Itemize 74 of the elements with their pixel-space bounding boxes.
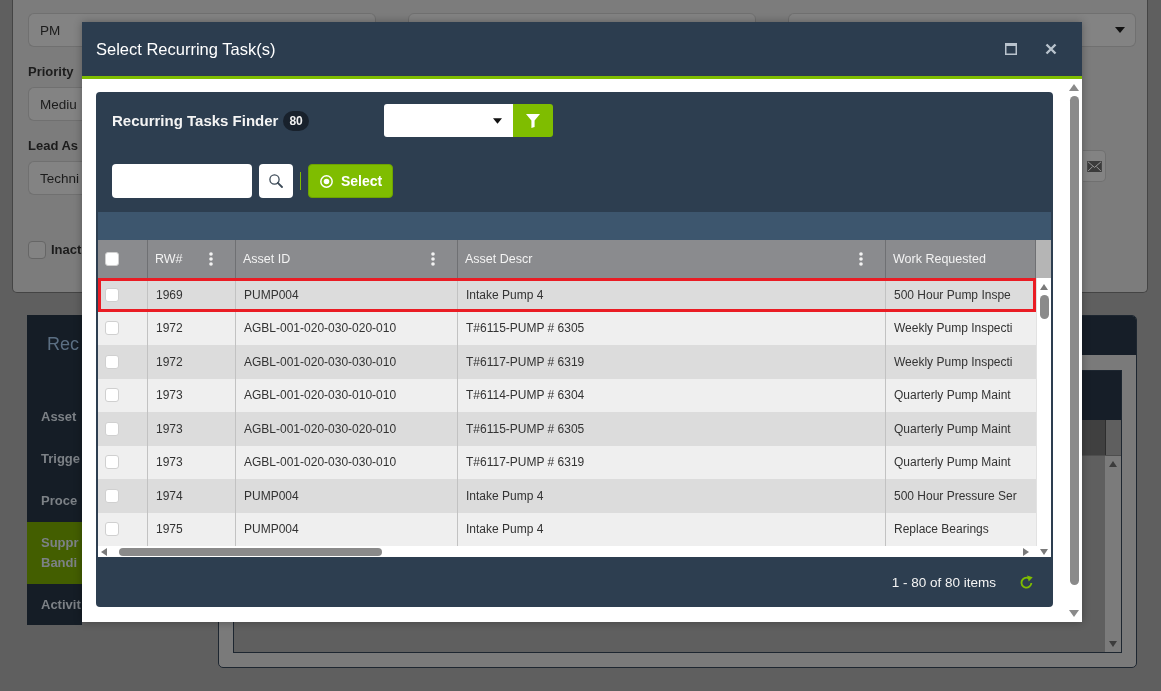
- menu-item[interactable]: Activit: [27, 584, 82, 626]
- table-cell: 1974: [148, 479, 236, 513]
- table-cell-text: Quarterly Pump Maint: [893, 454, 1012, 472]
- scroll-down-icon[interactable]: [1069, 610, 1079, 617]
- scrollbar-thumb[interactable]: [119, 547, 382, 556]
- menu-item[interactable]: Asset: [27, 396, 82, 438]
- column-menu-icon[interactable]: [859, 252, 863, 266]
- field-label: Lead As: [28, 137, 79, 155]
- checkbox[interactable]: [28, 241, 46, 259]
- table-row[interactable]: 1974 PUMP004 Intake Pump 4 500 Hour Pressure Ser: [98, 479, 1036, 513]
- table-row[interactable]: 1972 AGBL-001-020-030-020-010 T#6115-PUMP # 6305 Weekly Pump Inspecti: [98, 311, 1036, 345]
- caret-icon: [493, 117, 502, 124]
- scroll-down-icon[interactable]: [1039, 548, 1048, 555]
- scrollbar-corner: [1036, 240, 1051, 278]
- finder-title: Recurring Tasks Finder: [112, 112, 279, 129]
- select-field[interactable]: Mediu: [28, 87, 82, 121]
- scrollbar-thumb[interactable]: [1069, 96, 1079, 585]
- column-heading[interactable]: Work Requested: [893, 252, 986, 266]
- table-cell-text: Weekly Pump Inspecti: [893, 320, 1014, 338]
- table-cell-text: Quarterly Pump Maint: [893, 420, 1012, 438]
- pager-info: 1 - 80 of 80 items: [891, 574, 996, 590]
- table-cell: AGBL-001-020-030-030-010: [236, 345, 458, 379]
- table-cell: Intake Pump 4: [458, 278, 886, 312]
- scroll-down-icon[interactable]: [1109, 641, 1117, 647]
- column-menu-icon[interactable]: [209, 252, 213, 266]
- scroll-up-icon[interactable]: [1069, 84, 1079, 91]
- count-badge: 80: [283, 110, 309, 131]
- table-cell: 1973: [148, 412, 236, 446]
- select-field[interactable]: [384, 104, 513, 137]
- funnel-icon: [526, 113, 540, 128]
- column-header-bar: [1082, 420, 1105, 455]
- column-heading[interactable]: Asset Descr: [465, 252, 533, 266]
- table-cell: PUMP004: [236, 278, 458, 312]
- refresh-icon[interactable]: [1019, 574, 1034, 590]
- scroll-left-icon[interactable]: [101, 547, 107, 556]
- select-button[interactable]: Select: [308, 164, 393, 198]
- menu-item[interactable]: Trigge: [27, 438, 82, 480]
- input-field[interactable]: Techni: [28, 161, 82, 195]
- filter-button[interactable]: [513, 104, 553, 137]
- column-heading[interactable]: Asset ID: [243, 252, 291, 266]
- table-cell-text: 500 Hour Pump Inspe: [893, 286, 1012, 304]
- scrollbar-thumb[interactable]: [1039, 295, 1049, 319]
- scroll-up-icon[interactable]: [1109, 461, 1117, 467]
- table-cell-text: 500 Hour Pressure Ser: [893, 487, 1018, 505]
- table-row[interactable]: 1969 PUMP004 Intake Pump 4 500 Hour Pump Inspe: [98, 278, 1036, 312]
- column-heading[interactable]: RW#: [155, 252, 183, 266]
- search-field[interactable]: [112, 164, 252, 198]
- radio-icon: [320, 174, 333, 188]
- search-icon: [269, 174, 283, 188]
- table-cell: Intake Pump 4: [458, 479, 886, 513]
- side-menu-title: Rec: [47, 333, 79, 355]
- checkbox-label: Inact: [51, 241, 82, 259]
- table-cell-text: Quarterly Pump Maint: [893, 387, 1012, 405]
- table-row[interactable]: 1972 AGBL-001-020-030-030-010 T#6117-PUMP # 6319 Weekly Pump Inspecti: [98, 345, 1036, 379]
- table-cell: T#6115-PUMP # 6305: [458, 412, 886, 446]
- envelope-icon: [1086, 160, 1102, 172]
- scroll-up-icon[interactable]: [1040, 284, 1048, 290]
- table-cell: AGBL-001-020-030-020-010: [236, 412, 458, 446]
- email-button[interactable]: [1083, 150, 1106, 182]
- menu-item[interactable]: Proce: [27, 480, 82, 522]
- table-cell: PUMP004: [236, 479, 458, 513]
- field-label: Priority: [28, 63, 74, 81]
- table-row[interactable]: 1973 AGBL-001-020-030-020-010 T#6115-PUMP # 6305 Quarterly Pump Maint: [98, 412, 1036, 446]
- table-row[interactable]: 1973 AGBL-001-020-030-010-010 T#6114-PUMP # 6304 Quarterly Pump Maint: [98, 378, 1036, 412]
- scroll-right-icon[interactable]: [1023, 547, 1029, 556]
- table-cell: T#6117-PUMP # 6319: [458, 345, 886, 379]
- table-row[interactable]: 1973 AGBL-001-020-030-030-010 T#6117-PUMP # 6319 Quarterly Pump Maint: [98, 445, 1036, 479]
- table-cell-text: Replace Bearings: [893, 521, 990, 539]
- search-button[interactable]: [259, 164, 293, 198]
- table-cell: 1969: [148, 278, 236, 312]
- column-menu-icon[interactable]: [431, 252, 435, 266]
- table-cell: 1972: [148, 345, 236, 379]
- table-cell-text: Weekly Pump Inspecti: [893, 353, 1014, 371]
- table-row[interactable]: 1975 PUMP004 Intake Pump 4 Replace Bearings: [98, 512, 1036, 546]
